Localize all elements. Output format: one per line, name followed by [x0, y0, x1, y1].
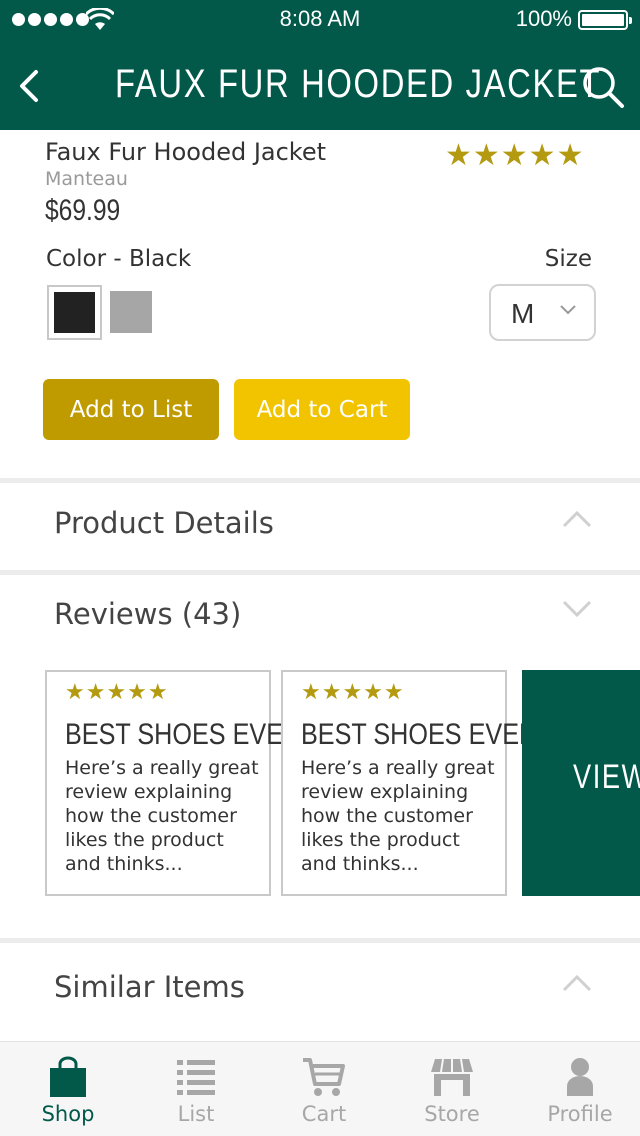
- review-card[interactable]: ★★★★★ BEST SHOES EVER Here’s a really gr…: [45, 670, 301, 896]
- tab-shop[interactable]: Shop: [4, 1042, 132, 1136]
- back-button[interactable]: [14, 66, 44, 106]
- chevron-down-icon[interactable]: [561, 599, 593, 619]
- tab-store[interactable]: Store: [388, 1042, 516, 1136]
- color-swatch-black[interactable]: [47, 285, 102, 340]
- cart-icon: [303, 1058, 345, 1096]
- review-title: BEST SHOES EVER: [301, 718, 538, 751]
- profile-icon: [567, 1058, 593, 1096]
- view-all-label: VIEW: [573, 758, 640, 796]
- review-body: Here’s a really great review explaining …: [301, 757, 495, 875]
- size-value: M: [511, 298, 535, 329]
- tab-label: List: [177, 1102, 215, 1126]
- divider: [0, 938, 640, 943]
- battery-icon: [578, 10, 632, 30]
- product-brand: Manteau: [45, 168, 128, 190]
- review-card[interactable]: ★★★★★ BEST SHOES EVER Here’s a really gr…: [281, 670, 537, 896]
- product-rating-stars: ★★★★★: [445, 138, 585, 173]
- app-header: 8:08 AM 100% FAUX FUR HOODED JACKET: [0, 0, 640, 130]
- status-bar: 8:08 AM 100%: [0, 0, 640, 40]
- tab-label: Store: [424, 1102, 480, 1126]
- product-name: Faux Fur Hooded Jacket: [45, 138, 327, 166]
- product-price: $69.99: [45, 194, 121, 227]
- tab-list[interactable]: List: [132, 1042, 260, 1136]
- review-title: BEST SHOES EVER: [65, 718, 302, 751]
- tab-profile[interactable]: Profile: [516, 1042, 640, 1136]
- chevron-up-icon[interactable]: [561, 509, 593, 529]
- chevron-down-icon: [560, 305, 576, 315]
- view-all-reviews-button[interactable]: VIEW: [522, 670, 640, 896]
- tab-label: Cart: [301, 1102, 347, 1126]
- tab-bar: Shop List Cart Store Profile: [0, 1041, 640, 1136]
- shopping-bag-icon: [50, 1056, 86, 1097]
- tab-label: Profile: [547, 1102, 613, 1126]
- size-label: Size: [544, 246, 592, 272]
- review-rating-stars: ★★★★★: [301, 680, 405, 705]
- color-swatch-grey[interactable]: [110, 291, 152, 333]
- review-rating-stars: ★★★★★: [65, 680, 169, 705]
- add-to-cart-button[interactable]: Add to Cart: [234, 379, 410, 440]
- chevron-up-icon[interactable]: [561, 973, 593, 993]
- tab-label: Shop: [41, 1102, 95, 1126]
- similar-items-heading[interactable]: Similar Items: [54, 970, 245, 1004]
- add-to-list-button[interactable]: Add to List: [43, 379, 219, 440]
- reviews-heading[interactable]: Reviews (43): [54, 597, 241, 631]
- product-details-heading[interactable]: Product Details: [54, 506, 274, 540]
- list-icon: [177, 1060, 215, 1095]
- review-body: Here’s a really great review explaining …: [65, 757, 259, 875]
- divider: [0, 570, 640, 575]
- store-icon: [431, 1058, 473, 1096]
- battery-percentage: 100%: [515, 6, 572, 31]
- divider: [0, 478, 640, 483]
- search-icon[interactable]: [580, 64, 626, 110]
- page-title: FAUX FUR HOODED JACKET: [115, 62, 602, 106]
- size-select[interactable]: M: [489, 284, 596, 341]
- color-label: Color - Black: [46, 246, 192, 272]
- tab-cart[interactable]: Cart: [260, 1042, 388, 1136]
